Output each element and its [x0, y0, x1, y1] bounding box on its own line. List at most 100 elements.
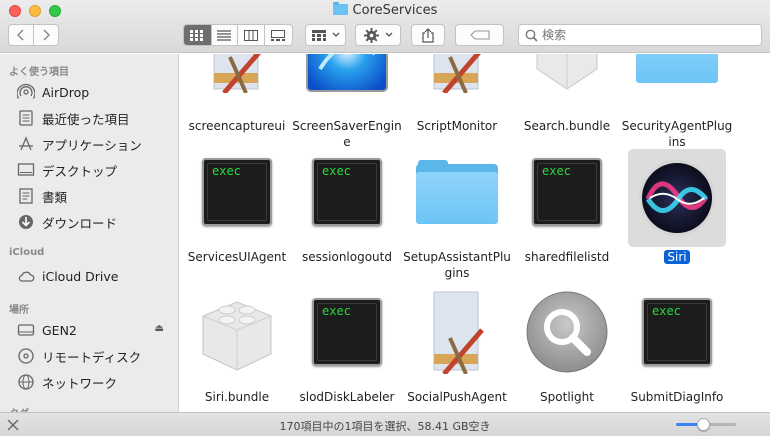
window-title: CoreServices — [0, 2, 770, 18]
file-name: SocialPushAgent — [407, 390, 507, 404]
share-button[interactable] — [411, 24, 445, 46]
sidebar-item-documents[interactable]: 書類 — [0, 184, 178, 208]
sidebar-heading-icloud: iCloud — [9, 247, 45, 258]
sidebar-item-label: iCloud Drive — [42, 268, 119, 284]
sidebar-item-label: GEN2 — [42, 322, 77, 338]
action-menu-button[interactable] — [355, 24, 401, 46]
gallery-icon — [271, 29, 286, 41]
tag-button[interactable] — [455, 24, 504, 46]
executable-icon: exec — [633, 289, 721, 375]
search-field[interactable] — [518, 24, 762, 46]
file-item[interactable]: ScreenSaverEngine — [291, 54, 403, 149]
desktop-icon — [17, 161, 35, 179]
siri-icon — [628, 149, 726, 247]
screensaver-icon — [303, 54, 391, 94]
file-item[interactable]: SocialPushAgent — [401, 289, 513, 412]
back-button[interactable] — [9, 25, 34, 45]
file-name: SetupAssistantPlugins — [403, 250, 511, 280]
file-item[interactable]: ScriptMonitor — [401, 54, 513, 148]
file-name: ServicesUIAgent — [187, 250, 287, 264]
sidebar-item-label: 書類 — [42, 189, 68, 205]
sidebar-item-label: デスクトップ — [42, 163, 118, 179]
chevron-down-icon — [385, 32, 392, 37]
share-icon — [422, 27, 434, 43]
group-by-button[interactable] — [305, 24, 346, 46]
script-app-icon — [193, 54, 281, 94]
file-name: sharedfilelistd — [524, 250, 610, 264]
list-view-button[interactable] — [212, 25, 239, 45]
documents-icon — [17, 187, 35, 205]
file-item[interactable]: Spotlight — [511, 289, 623, 412]
file-name: ScreenSaverEngine — [292, 119, 402, 149]
sidebar-item-airdrop[interactable]: AirDrop — [0, 80, 178, 104]
sidebar-item-label: アプリケーション — [42, 137, 142, 153]
recents-icon — [17, 109, 35, 127]
file-item[interactable]: exec ServicesUIAgent — [181, 149, 293, 289]
chevron-right-icon — [43, 29, 50, 41]
slider-knob[interactable] — [697, 418, 710, 431]
file-item[interactable]: exec SubmitDiagInfo — [621, 289, 733, 412]
folder-icon — [633, 54, 721, 94]
sidebar-item-gen2[interactable]: GEN2 ⏏ — [0, 318, 178, 342]
sidebar-item-label: ダウンロード — [42, 215, 118, 231]
file-name: Siri — [621, 249, 733, 265]
sidebar-item-network[interactable]: ネットワーク — [0, 370, 178, 394]
gear-icon — [363, 27, 379, 43]
sidebar-item-desktop[interactable]: デスクトップ — [0, 158, 178, 182]
sidebar: よく使う項目 AirDrop 最近使った項目 アプリケーション デスクトップ 書… — [0, 54, 179, 412]
script-app-icon — [413, 54, 501, 94]
sidebar-heading-tags: タグ — [9, 405, 29, 412]
list-icon — [217, 29, 232, 41]
file-item[interactable]: exec sessionlogoutd — [291, 149, 403, 289]
forward-button[interactable] — [34, 25, 58, 45]
file-name: ScriptMonitor — [416, 119, 498, 133]
file-item[interactable]: SetupAssistantPlugins — [401, 149, 513, 289]
eject-icon[interactable]: ⏏ — [155, 323, 164, 334]
file-item[interactable]: exec slodDiskLabeler — [291, 289, 403, 412]
sidebar-item-recents[interactable]: 最近使った項目 — [0, 106, 178, 130]
file-name: Search.bundle — [523, 119, 611, 133]
group-icon — [311, 29, 326, 41]
file-item-selected[interactable]: Siri — [621, 149, 733, 289]
script-app-icon — [413, 289, 501, 375]
file-name: sessionlogoutd — [302, 250, 392, 264]
file-item[interactable]: exec sharedfilelistd — [511, 149, 623, 289]
finder-window: CoreServices 検索 よく使う項目 AirDrop 最近使った項目 ア… — [0, 0, 770, 436]
columns-icon — [243, 29, 258, 41]
bundle-icon — [193, 289, 281, 375]
downloads-icon — [17, 213, 35, 231]
column-view-button[interactable] — [238, 25, 265, 45]
file-name: Siri.bundle — [204, 390, 270, 404]
tag-icon — [469, 30, 490, 40]
view-mode-segment — [183, 24, 293, 46]
icon-view-button[interactable] — [184, 25, 212, 45]
icon-size-slider[interactable] — [676, 418, 736, 431]
spotlight-icon — [523, 289, 611, 375]
search-icon — [525, 29, 538, 42]
chevron-down-icon — [332, 32, 339, 37]
sidebar-item-label: リモートディスク — [42, 349, 142, 365]
file-name: SubmitDiagInfo — [630, 390, 724, 404]
bundle-icon — [523, 54, 611, 94]
executable-icon: exec — [193, 149, 281, 235]
status-text: 170項目中の1項目を選択、58.41 GB空き — [279, 420, 491, 433]
status-bar: 170項目中の1項目を選択、58.41 GB空き — [0, 412, 770, 436]
search-input[interactable] — [542, 28, 742, 42]
file-item[interactable]: Search.bundle — [511, 54, 623, 148]
sidebar-item-remote-disc[interactable]: リモートディスク — [0, 344, 178, 368]
executable-icon: exec — [303, 149, 391, 235]
gallery-view-button[interactable] — [265, 25, 292, 45]
toolbar: CoreServices — [0, 0, 770, 53]
file-item[interactable]: screencaptureui — [181, 54, 293, 148]
sidebar-item-label: ネットワーク — [42, 375, 118, 391]
nav-buttons — [8, 24, 59, 46]
sidebar-item-downloads[interactable]: ダウンロード — [0, 210, 178, 234]
file-name: Spotlight — [540, 390, 594, 404]
sidebar-item-applications[interactable]: アプリケーション — [0, 132, 178, 156]
file-item[interactable]: SecurityAgentPlugins — [621, 54, 733, 149]
sidebar-item-icloud-drive[interactable]: iCloud Drive — [0, 264, 178, 288]
file-name: slodDiskLabeler — [299, 390, 395, 404]
folder-icon — [413, 149, 501, 235]
file-grid: screencaptureui ScreenSaverEngine Script… — [180, 54, 770, 412]
file-item[interactable]: Siri.bundle — [181, 289, 293, 412]
